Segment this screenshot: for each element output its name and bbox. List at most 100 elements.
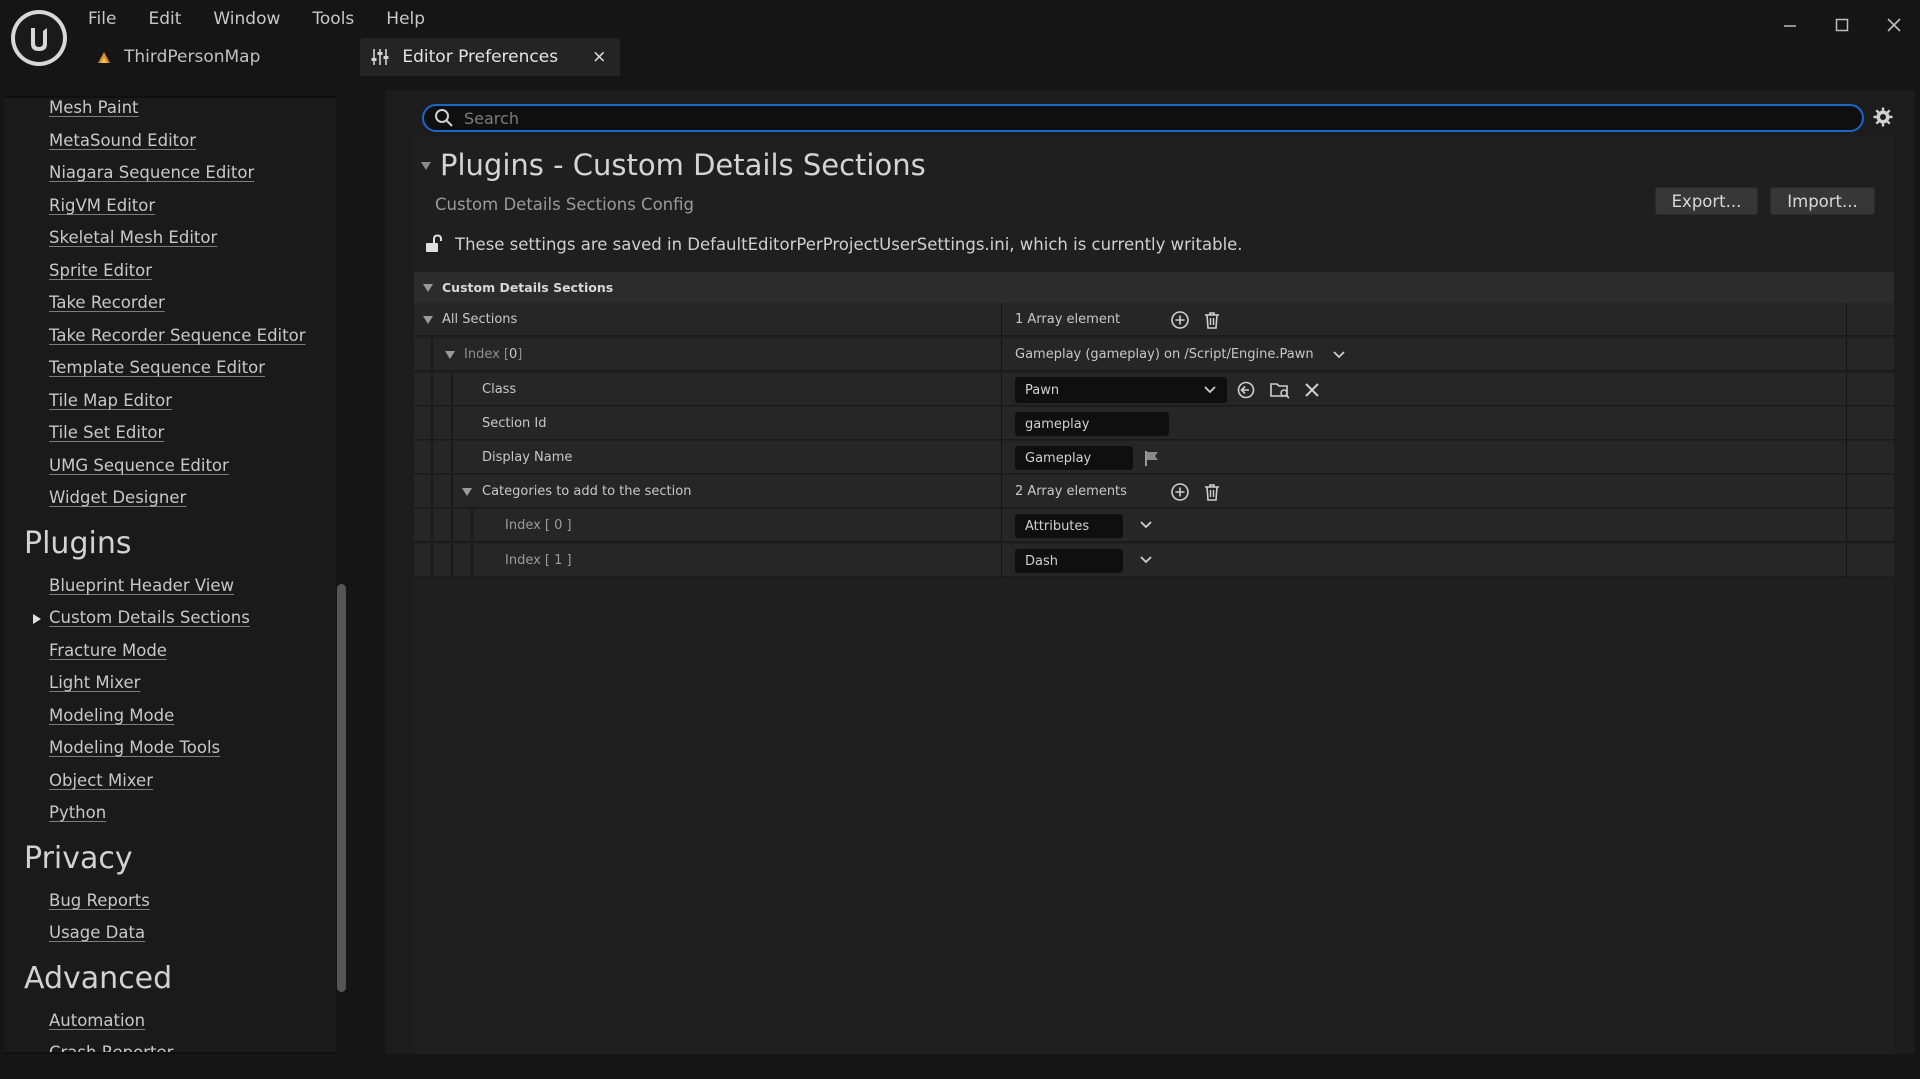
sidebar-item-mesh-paint[interactable]: Mesh Paint <box>49 98 139 117</box>
indent-guide <box>431 509 433 542</box>
sidebar-item-take-recorder-sequence-editor[interactable]: Take Recorder Sequence Editor <box>49 326 305 345</box>
add-element-button[interactable] <box>1170 482 1190 502</box>
document-tabs: ThirdPersonMap Editor Preferences × <box>88 38 621 76</box>
config-writable-message: These settings are saved in DefaultEdito… <box>455 235 1243 254</box>
category-name-field[interactable]: Attributes <box>1015 514 1123 538</box>
clear-button[interactable] <box>1303 381 1321 399</box>
display-name-field[interactable]: Gameplay <box>1015 446 1133 470</box>
sidebar-item-custom-details-sections[interactable]: Custom Details Sections <box>49 608 250 627</box>
add-circle-icon <box>1171 311 1189 329</box>
unreal-logo-icon[interactable] <box>11 10 67 66</box>
sidebar-item-automation[interactable]: Automation <box>49 1011 145 1030</box>
search-input[interactable] <box>464 108 1844 128</box>
property-name: All Sections <box>442 312 518 327</box>
column-divider[interactable] <box>1001 303 1002 336</box>
column-divider[interactable] <box>1001 373 1002 406</box>
element-options-button[interactable] <box>1139 555 1153 565</box>
trash-icon <box>1205 312 1219 329</box>
column-divider[interactable] <box>1001 509 1002 542</box>
category-name-field[interactable]: Dash <box>1015 549 1123 573</box>
sidebar-item-umg-sequence-editor[interactable]: UMG Sequence Editor <box>49 456 229 475</box>
category-header[interactable]: Custom Details Sections <box>414 272 1894 303</box>
menu-file[interactable]: File <box>88 8 116 30</box>
sidebar-item-widget-designer[interactable]: Widget Designer <box>49 488 186 507</box>
localization-button[interactable] <box>1143 449 1161 467</box>
settings-button[interactable] <box>1872 106 1894 128</box>
sidebar-scrollbar[interactable] <box>337 584 346 992</box>
menu-help[interactable]: Help <box>386 8 425 30</box>
sidebar-item-tile-set-editor[interactable]: Tile Set Editor <box>49 423 164 442</box>
menu-window[interactable]: Window <box>213 8 280 30</box>
sidebar-item-object-mixer[interactable]: Object Mixer <box>49 771 153 790</box>
section-summary-combo[interactable]: Gameplay (gameplay) on /Script/Engine.Pa… <box>1015 338 1346 371</box>
collapse-arrow-icon <box>423 283 433 292</box>
sidebar-item-bug-reports[interactable]: Bug Reports <box>49 891 150 910</box>
column-divider[interactable] <box>1001 544 1002 577</box>
sidebar-heading-advanced: Advanced <box>24 961 173 996</box>
sidebar-item-blueprint-header-view[interactable]: Blueprint Header View <box>49 576 234 595</box>
indent-guide <box>451 475 453 508</box>
sidebar-item-modeling-mode[interactable]: Modeling Mode <box>49 706 174 725</box>
sidebar-item-sprite-editor[interactable]: Sprite Editor <box>49 261 152 280</box>
tab-close-button[interactable]: × <box>592 47 606 67</box>
column-divider[interactable] <box>1001 338 1002 371</box>
delete-elements-button[interactable] <box>1202 482 1222 502</box>
chevron-down-icon <box>1140 556 1152 564</box>
add-circle-icon <box>1171 483 1189 501</box>
sidebar-item-template-sequence-editor[interactable]: Template Sequence Editor <box>49 358 265 377</box>
column-divider <box>1846 441 1847 474</box>
maximize-button[interactable] <box>1816 8 1868 42</box>
property-row-categories: Categories to add to the section 2 Array… <box>414 475 1894 508</box>
property-row-all-sections: All Sections 1 Array element <box>414 303 1894 336</box>
import-button[interactable]: Import... <box>1770 187 1875 215</box>
indent-guide <box>471 509 473 542</box>
array-count: 2 Array elements <box>1015 484 1127 499</box>
chevron-down-icon <box>1332 350 1345 358</box>
sidebar-item-usage-data[interactable]: Usage Data <box>49 923 145 942</box>
sidebar-item-tile-map-editor[interactable]: Tile Map Editor <box>49 391 172 410</box>
collapse-arrow-icon[interactable] <box>420 161 432 171</box>
sidebar-item-python[interactable]: Python <box>49 803 106 822</box>
use-selected-button[interactable] <box>1236 380 1256 400</box>
tab-editor-preferences[interactable]: Editor Preferences × <box>360 38 621 76</box>
add-element-button[interactable] <box>1170 310 1190 330</box>
export-button[interactable]: Export... <box>1655 187 1758 215</box>
tab-third-person-map[interactable]: ThirdPersonMap <box>88 38 274 76</box>
trash-icon <box>1205 484 1219 501</box>
indent-guide <box>451 407 453 440</box>
tab-label: ThirdPersonMap <box>124 47 261 67</box>
indent-guide <box>451 441 453 474</box>
menu-edit[interactable]: Edit <box>148 8 181 30</box>
element-options-button[interactable] <box>1139 520 1153 530</box>
sidebar-item-fracture-mode[interactable]: Fracture Mode <box>49 641 167 660</box>
unlock-icon <box>426 234 442 252</box>
column-divider <box>1846 338 1847 371</box>
sidebar-item-take-recorder[interactable]: Take Recorder <box>49 293 165 312</box>
sidebar-item-modeling-mode-tools[interactable]: Modeling Mode Tools <box>49 738 220 757</box>
property-name: Index [ 0 ] <box>505 518 572 533</box>
sidebar-item-metasound-editor[interactable]: MetaSound Editor <box>49 131 196 150</box>
column-divider[interactable] <box>1001 475 1002 508</box>
delete-elements-button[interactable] <box>1202 310 1222 330</box>
class-picker-combo[interactable]: Pawn <box>1015 377 1227 403</box>
page-subtitle: Custom Details Sections Config <box>435 195 694 214</box>
sidebar-item-skeletal-mesh-editor[interactable]: Skeletal Mesh Editor <box>49 228 217 247</box>
minimize-icon <box>1784 25 1796 27</box>
property-row-index-0: Index [ 0 ] Gameplay (gameplay) on /Scri… <box>414 338 1894 371</box>
expand-arrow-icon[interactable] <box>444 350 456 360</box>
column-divider[interactable] <box>1001 441 1002 474</box>
expand-arrow-icon[interactable] <box>461 487 473 497</box>
expand-arrow-icon[interactable] <box>422 315 434 325</box>
close-window-button[interactable] <box>1868 8 1920 42</box>
indent-guide <box>451 373 453 406</box>
minimize-button[interactable] <box>1764 8 1816 42</box>
column-divider[interactable] <box>1001 407 1002 440</box>
property-row-display-name: Display Name Gameplay <box>414 441 1894 474</box>
sidebar-item-rigvm-editor[interactable]: RigVM Editor <box>49 196 155 215</box>
menu-tools[interactable]: Tools <box>312 8 354 30</box>
close-icon <box>1305 383 1319 397</box>
sidebar-item-niagara-sequence-editor[interactable]: Niagara Sequence Editor <box>49 163 254 182</box>
section-id-field[interactable]: gameplay <box>1015 412 1169 436</box>
browse-button[interactable] <box>1269 380 1291 400</box>
sidebar-item-light-mixer[interactable]: Light Mixer <box>49 673 140 692</box>
